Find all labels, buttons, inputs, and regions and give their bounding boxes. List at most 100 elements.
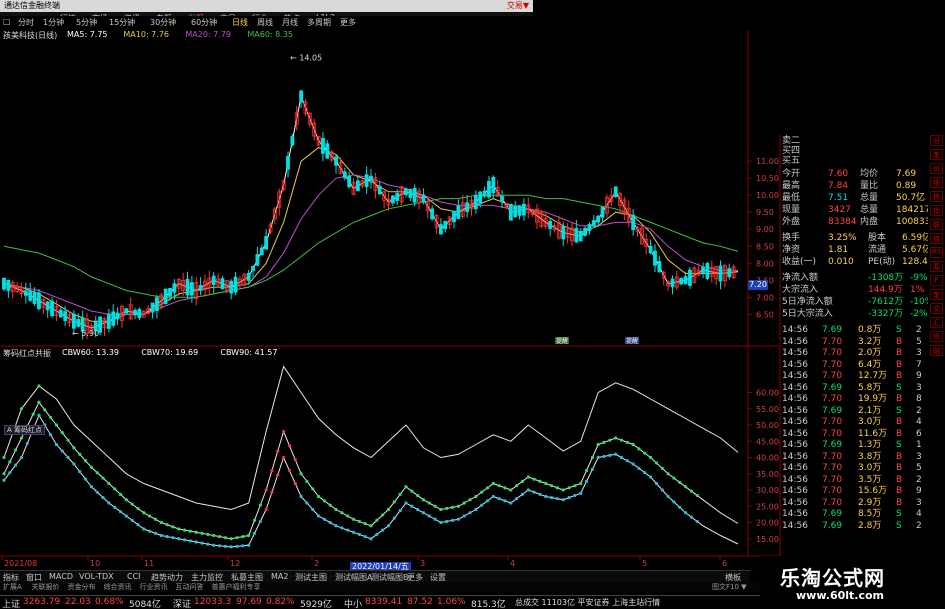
indicator-dot — [60, 449, 64, 453]
price-axis-label: 11.00 — [756, 157, 779, 166]
indicator-dot — [649, 475, 653, 479]
tick-row: 14:56 7.70 3.0万 B 4 — [782, 416, 928, 428]
price-axis-label: 6.50 — [756, 310, 774, 319]
candle-body — [150, 302, 155, 313]
indicator-dot — [206, 542, 210, 546]
extension-tab-3[interactable]: 综合资讯 — [104, 582, 132, 592]
tick-price: 7.70 — [822, 336, 843, 347]
period-tab-7[interactable]: 周线 — [257, 17, 273, 28]
period-tab-4[interactable]: 30分钟 — [150, 17, 176, 28]
period-tab-8[interactable]: 月线 — [282, 17, 298, 28]
period-tab-0[interactable]: 分时 — [18, 17, 34, 28]
indicator-dot — [241, 534, 245, 539]
indicator-dot — [148, 529, 152, 533]
indicator-tab-3[interactable]: VOL-TDX — [79, 572, 114, 581]
indicator-dot — [654, 481, 659, 486]
side-tab-11[interactable]: 笔 — [930, 289, 943, 300]
indicator-axis-label: 60.00 — [756, 389, 779, 398]
indicator-red-dot-button[interactable]: A 筹码红点 — [4, 425, 46, 435]
indicator-dot — [468, 498, 472, 502]
f10-button[interactable]: 图文F10 ▼ — [712, 582, 747, 592]
period-tab-5[interactable]: 60分钟 — [191, 17, 217, 28]
indicator-dot — [107, 481, 111, 486]
period-tab-3[interactable]: 15分钟 — [109, 17, 135, 28]
indicator-dot — [602, 440, 606, 444]
indicator-dot — [637, 447, 641, 451]
indicator-dot — [212, 533, 216, 538]
side-tab-10[interactable]: F — [930, 275, 943, 286]
indicator-dot — [247, 533, 251, 538]
side-tab-6[interactable]: 联 — [930, 219, 943, 230]
period-tab-2[interactable]: 5分钟 — [76, 17, 97, 28]
indicator-dot — [474, 507, 478, 512]
side-tab-5[interactable]: 指 — [930, 205, 943, 216]
tick-price: 7.69 — [822, 405, 843, 416]
extension-tab-2[interactable]: 资金分布 — [68, 582, 96, 592]
candle-body — [578, 230, 583, 242]
period-tab-9[interactable]: 多周期 — [307, 17, 331, 28]
side-tab-2[interactable]: 价 — [930, 163, 943, 174]
side-tab-9[interactable]: 筹 — [930, 261, 943, 272]
price-axis-label: 9.00 — [756, 225, 774, 234]
quote-label: 收益(一) — [782, 257, 817, 267]
tick-count: 8 — [916, 394, 922, 404]
quote-value: 7.60 — [828, 169, 849, 179]
indicator-dot — [392, 500, 396, 504]
tick-time: 14:56 — [782, 336, 808, 347]
date-axis-label: 11 — [144, 559, 154, 568]
candle-body — [23, 290, 28, 296]
indicator-dot — [113, 487, 117, 491]
tick-time: 14:56 — [782, 451, 808, 462]
candle-body — [229, 280, 234, 294]
indicator-dot — [485, 486, 490, 490]
candle-body — [72, 313, 76, 329]
tick-price: 7.69 — [822, 509, 843, 519]
indicator-dot — [439, 520, 443, 525]
indicator-dot — [328, 503, 332, 507]
side-tab-7[interactable]: 值 — [930, 233, 943, 244]
side-tab-12[interactable]: 交 — [930, 303, 943, 314]
indicator-dot — [25, 441, 29, 446]
trade-link[interactable]: 交易▼ — [507, 0, 529, 12]
indicator-dot — [654, 461, 659, 465]
indicator-dot — [14, 463, 18, 467]
period-tab-1[interactable]: 1分钟 — [43, 17, 64, 28]
indicator-dot — [171, 536, 175, 540]
side-tab-14[interactable]: 资 — [930, 331, 943, 342]
toolbar-icon[interactable]: □ — [3, 17, 11, 26]
extension-tab-1[interactable]: 关联报价 — [32, 582, 60, 592]
indicator-dot — [31, 412, 35, 416]
side-tab-4[interactable]: 势 — [930, 191, 943, 202]
tick-price: 7.69 — [822, 325, 843, 335]
side-tab-1[interactable]: 笔 — [930, 149, 943, 160]
side-tab-13[interactable]: 汇 — [930, 317, 943, 328]
side-tab-8[interactable]: RS — [930, 247, 943, 258]
tick-row: 14:56 7.70 3.0万 B 5 — [782, 462, 928, 474]
indicator-tab-8[interactable]: MA2 — [271, 572, 288, 581]
indicator-tab-2[interactable]: MACD — [49, 572, 73, 581]
indicator-dot — [683, 511, 688, 515]
side-tab-0[interactable]: 分 — [930, 135, 943, 146]
extension-tab-bar: 扩展A 关联报价 资金分布 综合资讯 行业资讯 互动问答 普惠户福利专享 图文F10 ▼ — [0, 582, 760, 592]
ma-legend-3: MA60: 8.35 — [247, 30, 293, 39]
period-tab-6[interactable]: 日线 — [232, 17, 248, 28]
fund-flow-pct: -9% — [910, 273, 928, 283]
indicator-dot — [445, 519, 449, 524]
indicator-dot — [549, 484, 554, 488]
side-tab-3[interactable]: 细 — [930, 177, 943, 188]
extension-tab-5[interactable]: 互动问答 — [176, 582, 204, 592]
indicator-dot — [66, 455, 70, 460]
extension-tab-6[interactable]: 普惠户福利专享 — [212, 582, 261, 592]
side-tab-15[interactable]: 融 — [930, 345, 943, 356]
indicator-dot — [316, 514, 321, 518]
tick-time: 14:56 — [782, 405, 808, 416]
indicator-dot — [602, 454, 606, 459]
indicator-dot — [660, 488, 664, 492]
extension-tab-0[interactable]: 扩展A — [3, 582, 22, 592]
indicator-dot — [136, 523, 140, 527]
period-tab-10[interactable]: 更多 — [340, 17, 356, 28]
extension-tab-4[interactable]: 行业资讯 — [140, 582, 168, 592]
indicator-tab-4[interactable]: CCI — [127, 572, 141, 581]
tick-volume: 2.9万 — [858, 497, 882, 508]
candle-body — [596, 215, 601, 223]
